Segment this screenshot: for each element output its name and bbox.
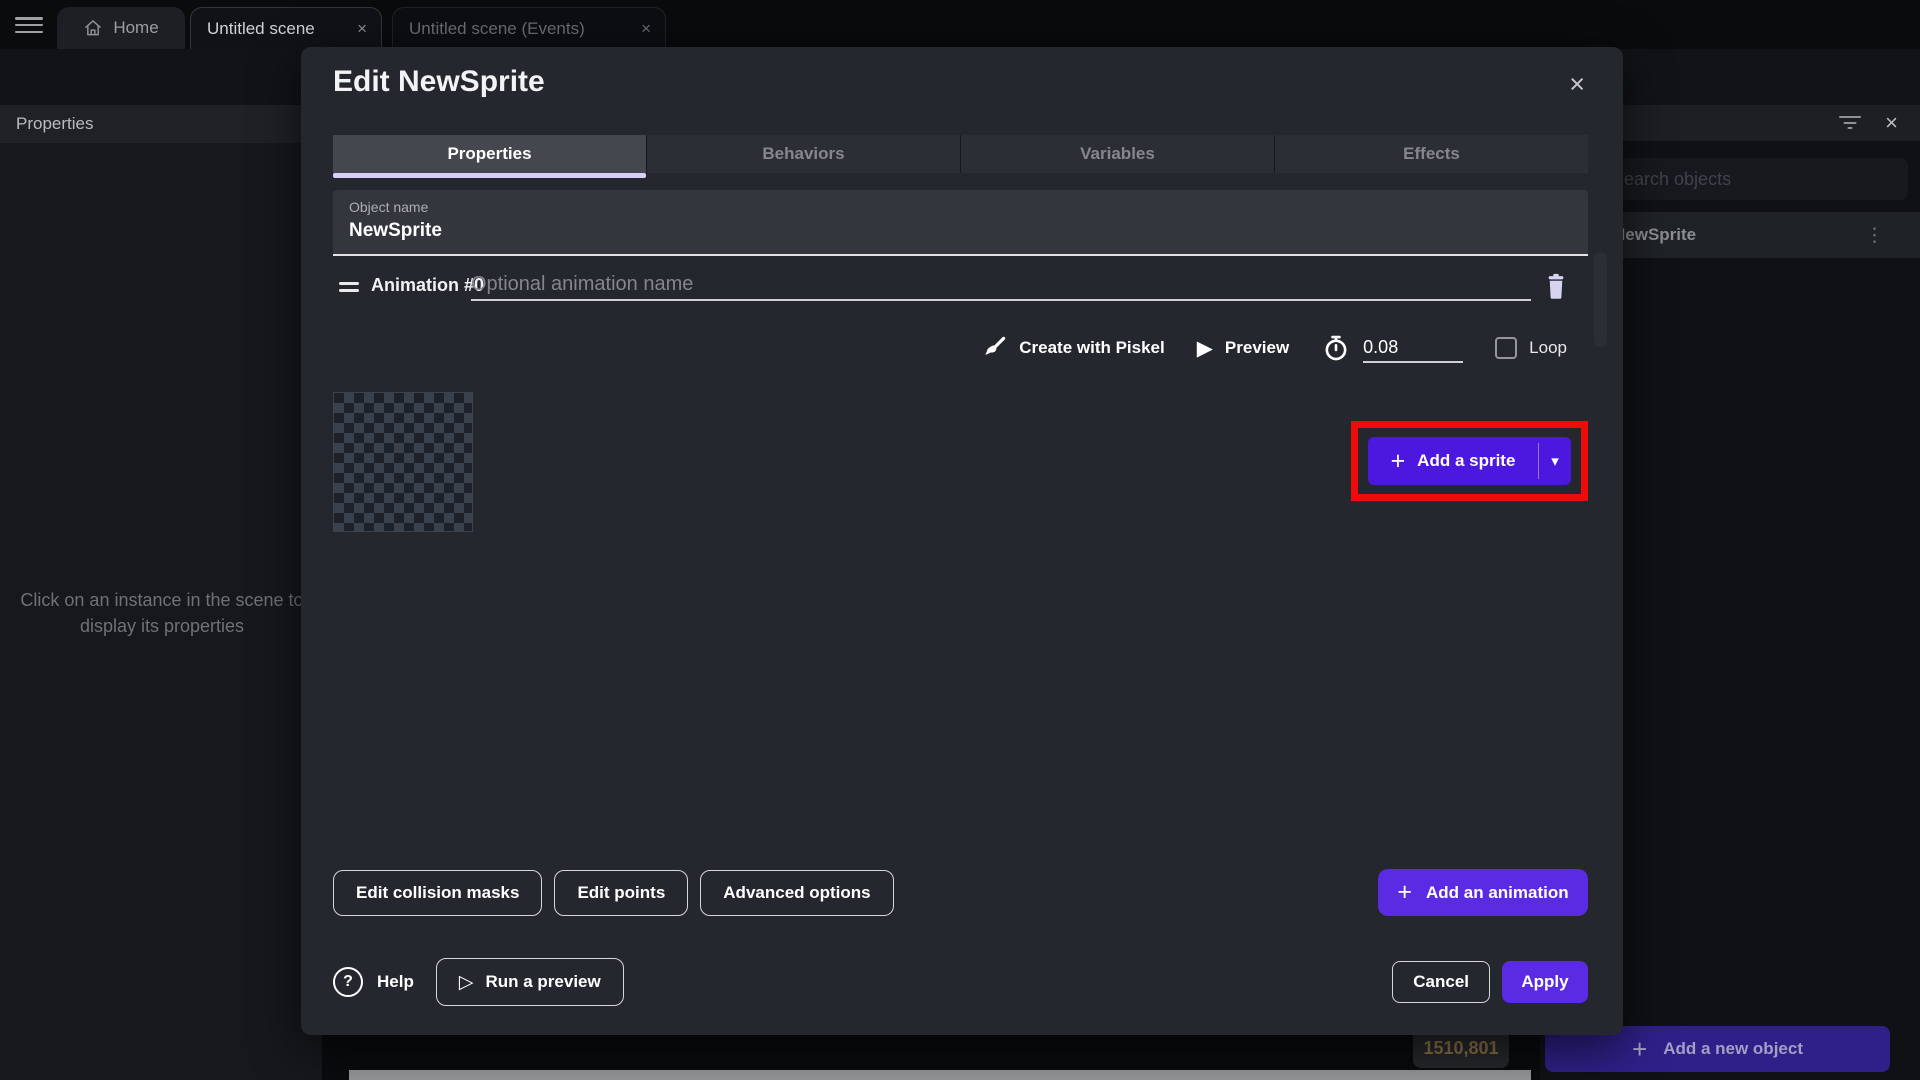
search-objects-input[interactable] (1596, 158, 1908, 200)
help-icon[interactable]: ? (333, 967, 363, 997)
app-root: Home Untitled scene × Untitled scene (Ev… (0, 0, 1920, 1080)
tab-label: Behaviors (762, 144, 844, 164)
animation-tools-row: Create with Piskel ▶ Preview Loop (980, 325, 1567, 371)
create-with-piskel-button[interactable]: Create with Piskel (980, 335, 1165, 362)
properties-panel-title: Properties (16, 114, 93, 134)
preview-label: Preview (1225, 338, 1289, 358)
tab-effects[interactable]: Effects (1274, 135, 1588, 173)
create-with-piskel-label: Create with Piskel (1019, 338, 1165, 358)
edit-points-button[interactable]: Edit points (554, 870, 688, 916)
filter-icon[interactable] (1839, 116, 1861, 130)
delete-animation-icon[interactable] (1539, 269, 1573, 303)
properties-panel: Properties Click on an instance in the s… (0, 105, 322, 1080)
add-sprite-dropdown[interactable]: ▾ (1539, 437, 1571, 485)
main-menu-icon[interactable] (15, 17, 43, 33)
animation-label: Animation #0 (371, 275, 484, 296)
panel-close-icon[interactable]: × (1885, 112, 1898, 134)
run-a-preview-label: Run a preview (485, 972, 600, 992)
loop-label: Loop (1529, 338, 1567, 358)
time-between-frames-input[interactable] (1363, 333, 1463, 363)
timer-icon (1321, 333, 1351, 363)
annotation-highlight-box: + Add a sprite ▾ (1351, 421, 1588, 501)
preview-button[interactable]: ▶ Preview (1197, 338, 1289, 359)
chevron-down-icon: ▾ (1551, 454, 1559, 469)
tab-close-icon[interactable]: × (357, 20, 367, 37)
play-outline-icon: ▷ (459, 973, 474, 992)
advanced-options-button[interactable]: Advanced options (700, 870, 893, 916)
play-icon: ▶ (1197, 338, 1213, 359)
add-an-animation-label: Add an animation (1426, 883, 1569, 903)
dialog-footer: ? Help ▷ Run a preview Cancel Apply (333, 958, 1588, 1006)
add-an-animation-button[interactable]: + Add an animation (1378, 869, 1588, 916)
edit-object-dialog: Edit NewSprite × Properties Behaviors Va… (301, 47, 1623, 1035)
apply-button[interactable]: Apply (1502, 961, 1588, 1003)
dialog-title: Edit NewSprite (333, 65, 545, 99)
object-name-input[interactable] (349, 220, 1549, 242)
tab-label: Effects (1403, 144, 1460, 164)
tab-variables[interactable]: Variables (960, 135, 1274, 173)
tab-label: Variables (1080, 144, 1155, 164)
animation-actions-row: Edit collision masks Edit points Advance… (333, 869, 1588, 916)
tab-label: Untitled scene (Events) (409, 19, 585, 39)
tab-close-icon[interactable]: × (641, 20, 651, 37)
loop-checkbox[interactable] (1495, 337, 1517, 359)
tab-untitled-scene[interactable]: Untitled scene × (190, 7, 382, 49)
edit-collision-masks-button[interactable]: Edit collision masks (333, 870, 542, 916)
dialog-tabs: Properties Behaviors Variables Effects (333, 135, 1588, 173)
help-label[interactable]: Help (377, 972, 414, 992)
tab-home-label: Home (113, 18, 158, 38)
active-tab-underline (333, 173, 646, 178)
run-a-preview-button[interactable]: ▷ Run a preview (436, 958, 624, 1006)
sprite-thumbnail-placeholder[interactable] (333, 392, 473, 532)
add-a-sprite-button[interactable]: + Add a sprite ▾ (1368, 437, 1571, 485)
plus-icon: + (1391, 449, 1406, 474)
properties-panel-header: Properties (0, 105, 322, 143)
plus-icon: + (1632, 1036, 1647, 1062)
top-bar: Home Untitled scene × Untitled scene (Ev… (0, 0, 1920, 49)
add-new-object-label: Add a new object (1663, 1039, 1803, 1059)
dialog-close-icon[interactable]: × (1569, 71, 1585, 98)
tab-behaviors[interactable]: Behaviors (646, 135, 960, 173)
cancel-button[interactable]: Cancel (1392, 961, 1490, 1003)
properties-empty-message: Click on an instance in the scene to dis… (0, 587, 328, 639)
brush-icon (980, 335, 1007, 362)
tab-label: Properties (447, 144, 531, 164)
animation-drag-handle[interactable] (339, 282, 359, 294)
object-name-field[interactable]: Object name (333, 190, 1588, 256)
tab-untitled-scene-events[interactable]: Untitled scene (Events) × (392, 7, 666, 49)
plus-icon: + (1397, 880, 1412, 905)
kebab-menu-icon[interactable]: ⋮ (1865, 224, 1884, 247)
scene-canvas-edge (349, 1070, 1531, 1080)
animation-name-input[interactable] (471, 269, 1531, 301)
tab-properties[interactable]: Properties (333, 135, 646, 173)
tab-label: Untitled scene (207, 19, 315, 39)
dialog-scrollbar-thumb[interactable] (1594, 252, 1607, 347)
add-a-sprite-label: Add a sprite (1417, 451, 1515, 471)
tab-home[interactable]: Home (57, 7, 185, 49)
object-name-field-label: Object name (349, 199, 428, 215)
home-icon (83, 18, 103, 38)
